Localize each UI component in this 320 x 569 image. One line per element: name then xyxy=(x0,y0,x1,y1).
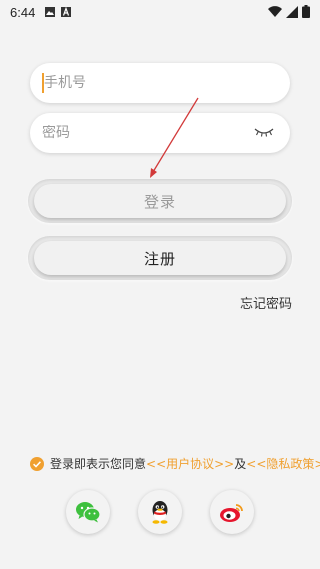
weibo-icon xyxy=(220,504,243,522)
qq-login-button[interactable] xyxy=(138,490,182,534)
user-agreement-link[interactable]: <<用户协议>> xyxy=(146,455,234,472)
annotation-arrow xyxy=(150,97,199,178)
forgot-password-link[interactable]: 忘记密码 xyxy=(240,293,292,312)
privacy-policy-link[interactable]: <<隐私政策>> xyxy=(246,455,320,472)
weibo-login-button[interactable] xyxy=(210,490,254,534)
agreement-checkbox-icon[interactable] xyxy=(30,456,44,471)
register-button-frame: 注册 xyxy=(28,236,292,280)
agreement-prefix: 登录即表示您同意 xyxy=(50,457,147,471)
wechat-login-button[interactable] xyxy=(66,490,110,534)
wechat-icon xyxy=(76,502,101,523)
register-button[interactable]: 注册 xyxy=(34,241,286,275)
agreement-row: 登录即表示您同意 <<用户协议>> 及 <<隐私政策>> xyxy=(30,455,320,472)
login-button-frame: 登录 xyxy=(28,179,292,223)
qq-icon xyxy=(152,501,168,524)
login-button[interactable]: 登录 xyxy=(34,184,286,218)
agreement-and: 及 xyxy=(234,457,247,471)
